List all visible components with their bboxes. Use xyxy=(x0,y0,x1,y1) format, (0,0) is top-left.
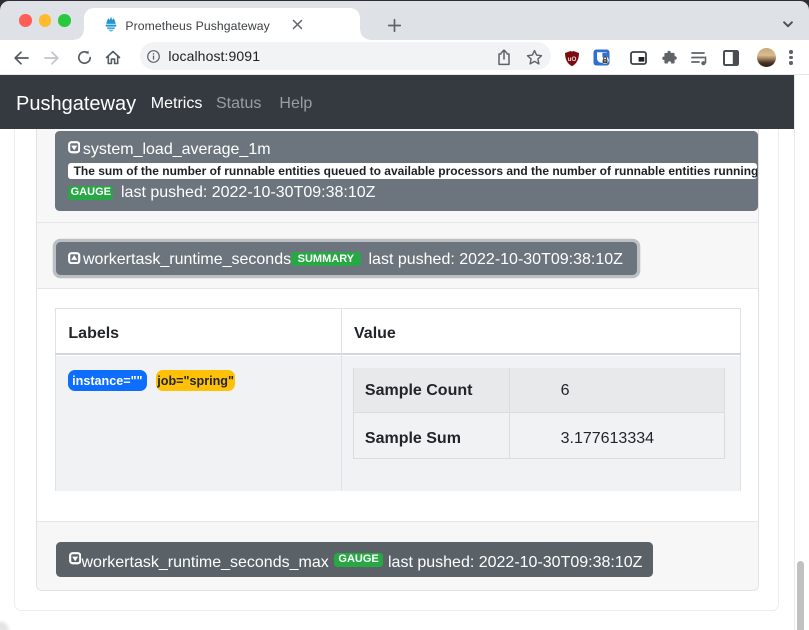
svg-text:uO: uO xyxy=(568,55,577,62)
